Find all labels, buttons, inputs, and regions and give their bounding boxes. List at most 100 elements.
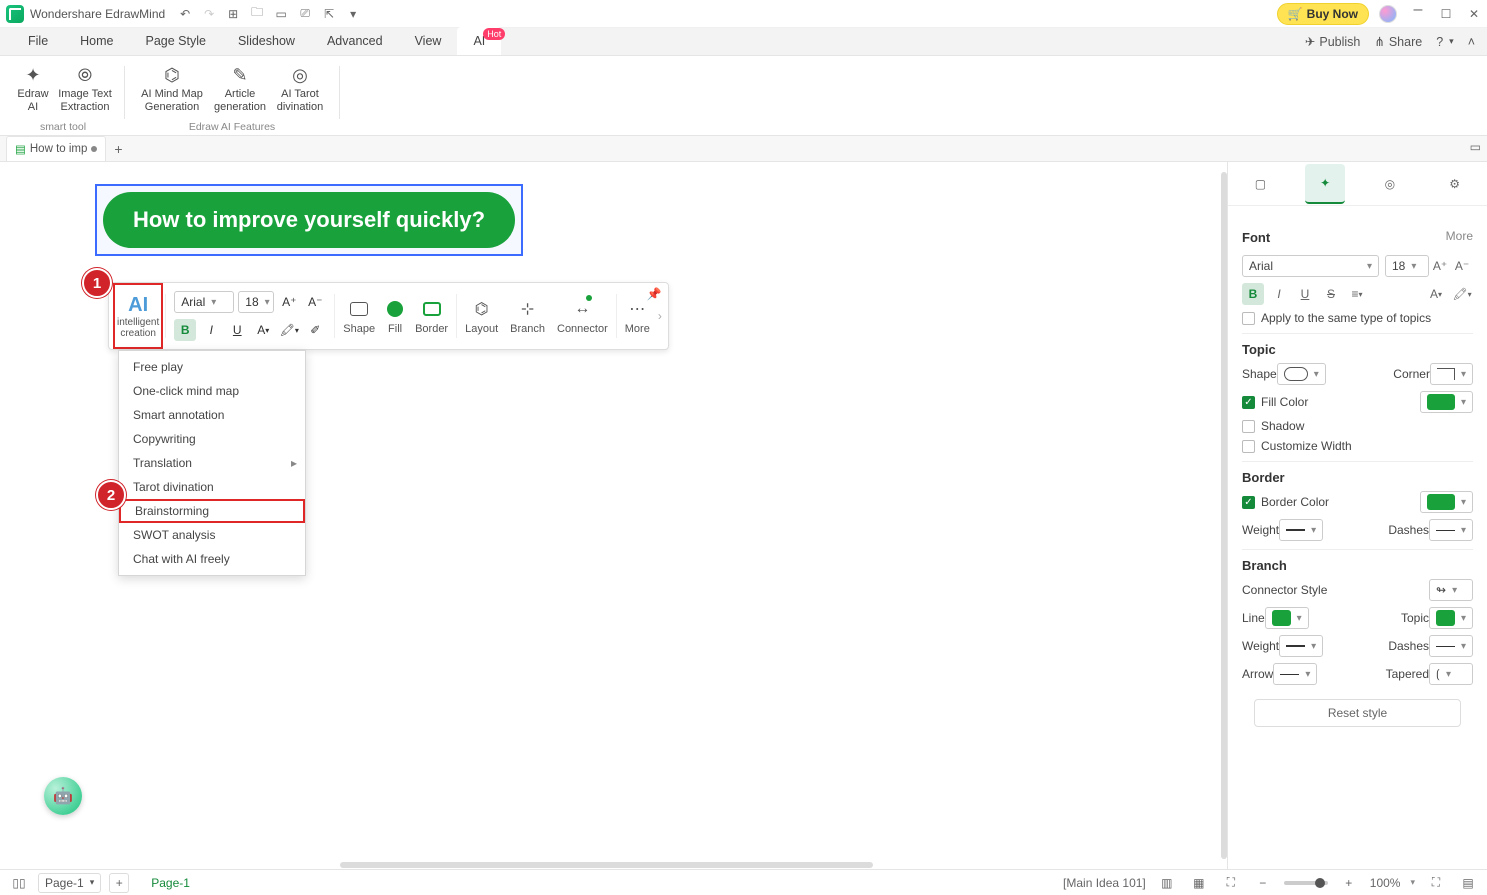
new-icon[interactable]: ⊞ <box>225 6 241 22</box>
node-main-idea[interactable]: How to improve yourself quickly? <box>103 192 515 248</box>
shape-button[interactable]: Shape <box>337 283 381 349</box>
tapered-select[interactable]: ⟮▾ <box>1429 663 1473 685</box>
fill-color-select[interactable]: ▾ <box>1420 391 1473 413</box>
help-button[interactable]: ?▾ <box>1436 35 1453 49</box>
shape-select[interactable]: ▾ <box>1277 363 1326 385</box>
edraw-ai-button[interactable]: ✦ Edraw AI <box>12 60 54 114</box>
save-icon[interactable]: ▭ <box>273 6 289 22</box>
page-select[interactable]: Page-1▾ <box>38 873 101 893</box>
menu-slideshow[interactable]: Slideshow <box>222 27 311 55</box>
canvas-scrollbar-horizontal[interactable] <box>0 861 1213 869</box>
canvas[interactable]: How to improve yourself quickly? 1 📌 AI … <box>0 162 1227 869</box>
undo-icon[interactable]: ↶ <box>177 6 193 22</box>
menu-ai[interactable]: AI Hot <box>457 27 501 55</box>
image-text-extraction-button[interactable]: ⦾ Image Text Extraction <box>56 60 114 114</box>
export-icon[interactable]: ⇱ <box>321 6 337 22</box>
italic-button[interactable]: I <box>200 319 222 341</box>
font-color-button[interactable]: A▾ <box>252 319 274 341</box>
font-family-select[interactable]: Arial▾ <box>174 291 234 313</box>
ai-assistant-bubble[interactable]: 🤖 <box>44 777 82 815</box>
fit-page-button[interactable]: ⛶ <box>1220 872 1242 894</box>
collapse-ribbon-button[interactable]: ˄ <box>1468 35 1475 49</box>
bold-button[interactable]: B <box>174 319 196 341</box>
increase-font-button[interactable]: A⁺ <box>278 291 300 313</box>
fullscreen-button[interactable]: ⛶ <box>1425 872 1447 894</box>
view-mode-1[interactable]: ▥ <box>1156 872 1178 894</box>
connector-button[interactable]: ↔ Connector <box>551 283 614 349</box>
highlight-button[interactable]: 🖍▾ <box>278 319 300 341</box>
more-button[interactable]: ⋯ More <box>619 283 656 349</box>
italic-button[interactable]: I <box>1268 283 1290 305</box>
branch-button[interactable]: ⊹ Branch <box>504 283 551 349</box>
print-icon[interactable]: ⎚ <box>297 6 313 22</box>
border-dashes-select[interactable]: ▾ <box>1429 519 1473 541</box>
dd-smart-annotation[interactable]: Smart annotation <box>119 403 305 427</box>
border-color-checkbox[interactable]: ✓ <box>1242 496 1255 509</box>
border-weight-select[interactable]: ▾ <box>1279 519 1323 541</box>
view-mode-2[interactable]: ▦ <box>1188 872 1210 894</box>
font-size-select[interactable]: 18▾ <box>238 291 274 313</box>
layout-button[interactable]: ⌬ Layout <box>459 283 504 349</box>
collapse-panel-button[interactable]: ▤ <box>1457 872 1479 894</box>
redo-icon[interactable]: ↷ <box>201 6 217 22</box>
publish-button[interactable]: ✈Publish <box>1305 34 1360 49</box>
apply-same-checkbox[interactable] <box>1242 312 1255 325</box>
border-color-select[interactable]: ▾ <box>1420 491 1473 513</box>
qat-more-icon[interactable]: ▾ <box>345 6 361 22</box>
bold-button[interactable]: B <box>1242 283 1264 305</box>
open-icon[interactable]: 🗀 <box>249 6 265 22</box>
dd-translation[interactable]: Translation ▸ <box>119 451 305 475</box>
font-more-link[interactable]: More <box>1446 229 1473 243</box>
canvas-scrollbar-vertical[interactable] <box>1221 172 1227 859</box>
border-button[interactable]: Border <box>409 283 454 349</box>
doc-tabs-expand[interactable]: ▭ <box>1470 140 1481 154</box>
connector-style-select[interactable]: ↬▾ <box>1429 579 1473 601</box>
dd-one-click-mind-map[interactable]: One-click mind map <box>119 379 305 403</box>
decrease-font-button[interactable]: A⁻ <box>304 291 326 313</box>
user-avatar[interactable] <box>1379 5 1397 23</box>
line-color-select[interactable]: ▾ <box>1265 607 1309 629</box>
dd-tarot-divination[interactable]: Tarot divination <box>119 475 305 499</box>
minimize-button[interactable]: – <box>1411 7 1425 21</box>
sp-tab-settings[interactable]: ⚙ <box>1435 164 1475 204</box>
shadow-checkbox[interactable] <box>1242 420 1255 433</box>
share-button[interactable]: ⋔Share <box>1374 34 1422 49</box>
sp-tab-style[interactable]: ✦ <box>1305 164 1345 204</box>
zoom-slider[interactable] <box>1284 881 1328 885</box>
align-button[interactable]: ≡▾ <box>1346 283 1368 305</box>
zoom-in-button[interactable]: + <box>1338 872 1360 894</box>
ai-tarot-divination-button[interactable]: ◎ AI Tarot divination <box>271 60 329 114</box>
reset-style-button[interactable]: Reset style <box>1254 699 1462 727</box>
decrease-font-button[interactable]: A⁻ <box>1451 255 1473 277</box>
page-link[interactable]: Page-1 <box>151 876 190 890</box>
fill-button[interactable]: Fill <box>381 283 409 349</box>
menu-view[interactable]: View <box>399 27 458 55</box>
highlight-color-button[interactable]: 🖍▾ <box>1451 283 1473 305</box>
article-generation-button[interactable]: ✎ Article generation <box>211 60 269 114</box>
topic-color-select[interactable]: ▾ <box>1429 607 1473 629</box>
sp-tab-outline[interactable]: ▢ <box>1240 164 1280 204</box>
font-color-button[interactable]: A▾ <box>1425 283 1447 305</box>
document-tab[interactable]: ▤ How to imp <box>6 136 106 161</box>
dd-swot-analysis[interactable]: SWOT analysis <box>119 523 305 547</box>
font-size-select[interactable]: 18▾ <box>1385 255 1429 277</box>
customize-width-checkbox[interactable] <box>1242 440 1255 453</box>
corner-select[interactable]: ▾ <box>1430 363 1473 385</box>
menu-home[interactable]: Home <box>64 27 129 55</box>
maximize-button[interactable]: ☐ <box>1439 7 1453 21</box>
ai-mindmap-generation-button[interactable]: ⌬ AI Mind Map Generation <box>135 60 209 114</box>
dd-brainstorming[interactable]: Brainstorming <box>119 499 305 523</box>
intelligent-creation-button[interactable]: AI intelligent creation <box>113 283 163 349</box>
underline-button[interactable]: U <box>1294 283 1316 305</box>
increase-font-button[interactable]: A⁺ <box>1429 255 1451 277</box>
buy-now-button[interactable]: 🛒 Buy Now <box>1277 3 1369 25</box>
dd-copywriting[interactable]: Copywriting <box>119 427 305 451</box>
zoom-out-button[interactable]: − <box>1252 872 1274 894</box>
strikethrough-button[interactable]: S <box>1320 283 1342 305</box>
add-document-tab[interactable]: + <box>114 142 122 156</box>
dd-chat-with-ai[interactable]: Chat with AI freely <box>119 547 305 571</box>
menu-file[interactable]: File <box>12 27 64 55</box>
menu-page-style[interactable]: Page Style <box>130 27 222 55</box>
underline-button[interactable]: U <box>226 319 248 341</box>
expand-toolbar-button[interactable]: › <box>656 283 664 349</box>
